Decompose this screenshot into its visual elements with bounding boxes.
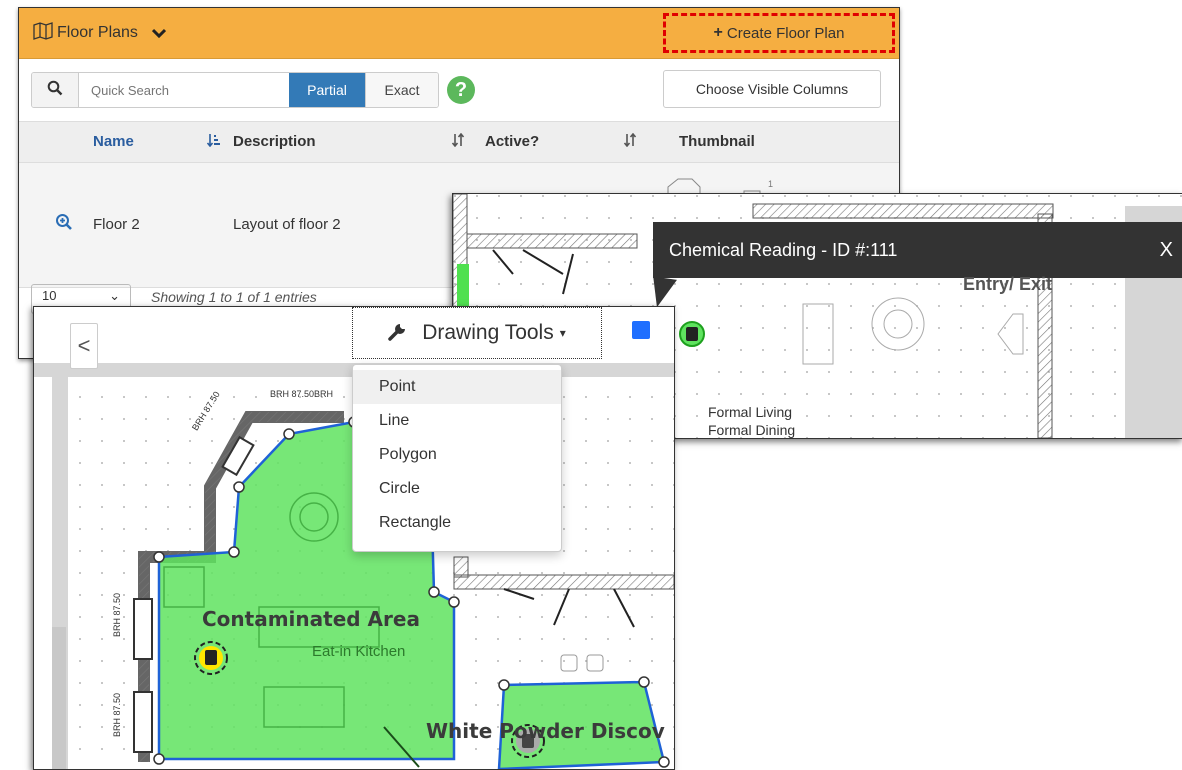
drawing-tools-menu: Point Line Polygon Circle Rectangle (352, 364, 562, 552)
search-button[interactable] (32, 73, 79, 107)
search-icon (47, 80, 63, 101)
create-floor-plan-label: Create Floor Plan (726, 24, 845, 42)
page-size-value: 10 (42, 288, 57, 303)
menu-item-point[interactable]: Point (353, 370, 561, 404)
panel-title: Floor Plans (57, 24, 138, 41)
dimension-label: BRH 87.50 (112, 592, 122, 637)
chemical-reading-tooltip: Chemical Reading - ID #:111 X (653, 222, 1182, 278)
chevron-down-icon: ⌄ (109, 288, 120, 303)
search-input[interactable] (79, 73, 289, 107)
column-header-thumbnail: Thumbnail (679, 133, 755, 150)
floor-plans-menu[interactable]: Floor Plans (33, 21, 170, 45)
room-label-entry: Entry/ Exit (963, 274, 1053, 294)
showing-entries-text: Showing 1 to 1 of 1 entries (151, 289, 317, 305)
column-header-description[interactable]: Description (233, 133, 316, 150)
back-button[interactable]: < (70, 323, 98, 369)
zoom-in-icon[interactable] (55, 213, 73, 235)
column-header-name[interactable]: Name (93, 133, 134, 150)
room-label-eat-in-kitchen: Eat-in Kitchen (312, 643, 406, 660)
exact-button[interactable]: Exact (365, 73, 438, 107)
tooltip-close-button[interactable]: X (1160, 239, 1173, 262)
dimension-label: BRH 87.50BRH (270, 389, 334, 399)
panel-header: Floor Plans + Create Floor Plan (19, 8, 899, 59)
help-icon[interactable]: ? (447, 76, 475, 104)
room-label-formal-dining: Formal Dining (708, 422, 796, 438)
table-header: Name Description Active? Thumbnail (19, 121, 899, 163)
plus-icon: + (713, 24, 723, 41)
search-group: Partial Exact (31, 72, 439, 108)
svg-text:1: 1 (768, 179, 773, 189)
map-icon (33, 21, 57, 45)
row-description: Layout of floor 2 (233, 216, 341, 233)
caret-down-icon: ▾ (559, 326, 566, 340)
menu-item-polygon[interactable]: Polygon (353, 438, 561, 472)
menu-item-circle[interactable]: Circle (353, 472, 561, 506)
chemical-sensor-icon (686, 327, 698, 341)
partial-button[interactable]: Partial (289, 73, 365, 107)
drawing-tools-label: Drawing Tools (422, 321, 554, 344)
menu-item-line[interactable]: Line (353, 404, 561, 438)
dimension-label: BRH 87.50 (112, 692, 122, 737)
wrench-icon (388, 319, 422, 347)
room-label-formal-living: Formal Living (708, 404, 793, 420)
choose-visible-columns-button[interactable]: Choose Visible Columns (663, 70, 881, 108)
tooltip-title: Chemical Reading - ID #:111 (669, 239, 898, 260)
drawing-map-panel: BRH 87.50BRH BRH 87.50 BRH 87.50 BRH 87.… (33, 306, 675, 770)
chevron-down-icon[interactable] (151, 25, 170, 41)
sort-icon[interactable] (451, 132, 465, 150)
menu-item-rectangle[interactable]: Rectangle (353, 506, 561, 540)
toolbar: Partial Exact ? Choose Visible Columns (19, 59, 899, 121)
column-header-active[interactable]: Active? (485, 133, 539, 150)
chemical-sensor-icon (205, 650, 217, 665)
color-picker[interactable] (632, 321, 650, 339)
drawing-tools-button[interactable]: Drawing Tools ▾ (352, 307, 602, 359)
sort-icon[interactable] (623, 132, 637, 150)
white-powder-label: White Powder Discov (426, 719, 665, 743)
sort-icon[interactable] (206, 133, 221, 150)
row-name: Floor 2 (93, 216, 140, 233)
tooltip-pointer (649, 276, 677, 310)
create-floor-plan-button[interactable]: + Create Floor Plan (663, 13, 895, 53)
contaminated-area-label: Contaminated Area (202, 607, 420, 631)
